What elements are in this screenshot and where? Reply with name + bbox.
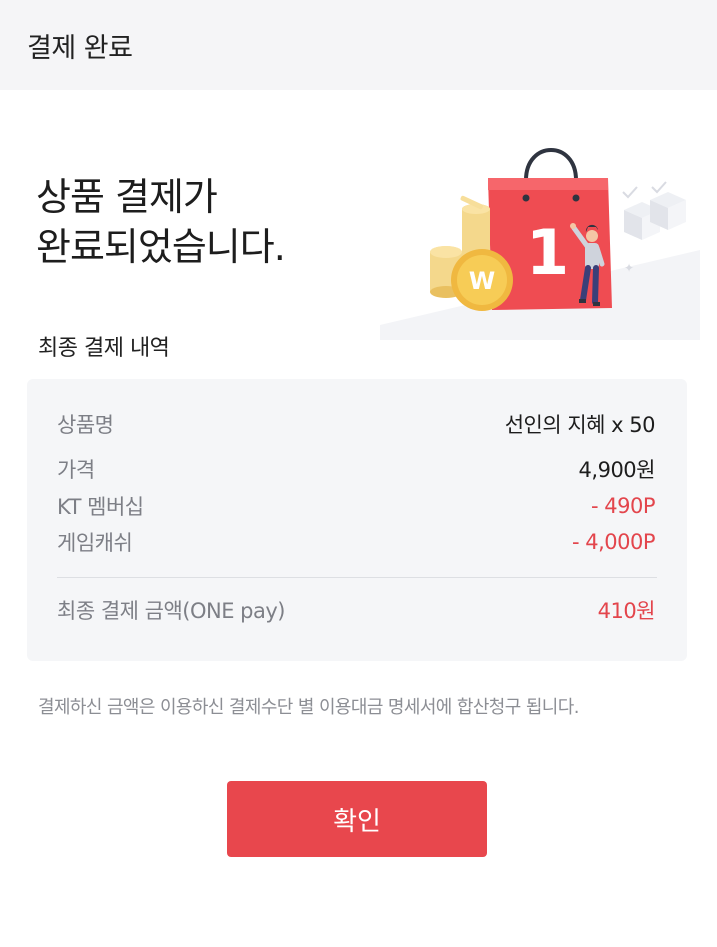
coin-symbol: W <box>469 267 495 295</box>
summary-divider <box>57 577 657 578</box>
total-label: 최종 결제 금액(ONE pay) <box>57 599 285 623</box>
row-value: - 490P <box>591 494 656 518</box>
bag-number: 1 <box>526 216 569 289</box>
row-value: 선인의 지혜 x 50 <box>504 413 656 437</box>
confirm-button[interactable]: 확인 <box>227 781 487 857</box>
page-title: 결제 완료 <box>27 32 133 64</box>
completion-headline: 상품 결제가 완료되었습니다. <box>36 172 286 272</box>
won-coin-icon: W <box>451 249 513 311</box>
check-boxes-icon <box>622 181 667 199</box>
summary-row-kt-membership: KT 멤버십 - 490P <box>57 491 656 521</box>
top-header: 결제 완료 <box>0 0 717 90</box>
total-value: 410원 <box>597 599 656 623</box>
boxes-icon <box>624 192 686 240</box>
row-label: KT 멤버십 <box>57 495 144 519</box>
payment-summary-box: 상품명 선인의 지혜 x 50 가격 4,900원 KT 멤버십 - 490P … <box>27 379 687 661</box>
headline-line-1: 상품 결제가 <box>36 175 218 219</box>
row-value: 4,900원 <box>578 458 656 482</box>
row-value: - 4,000P <box>571 530 656 554</box>
svg-text:✦: ✦ <box>624 261 634 275</box>
summary-row-price: 가격 4,900원 <box>57 454 656 484</box>
summary-row-product: 상품명 선인의 지혜 x 50 <box>57 409 656 439</box>
row-label: 게임캐쉬 <box>57 531 133 555</box>
summary-section-title: 최종 결제 내역 <box>38 336 170 361</box>
row-label: 가격 <box>57 458 95 482</box>
headline-line-2: 완료되었습니다. <box>36 225 286 269</box>
billing-notice: 결제하신 금액은 이용하신 결제수단 별 이용대금 명세서에 합산청구 됩니다. <box>38 697 579 718</box>
row-label: 상품명 <box>57 413 114 437</box>
bag-handle <box>524 148 578 181</box>
shopping-bag-illustration: ✦ 1 W <box>380 140 700 340</box>
summary-row-game-cash: 게임캐쉬 - 4,000P <box>57 527 656 557</box>
summary-row-total: 최종 결제 금액(ONE pay) 410원 <box>57 595 656 625</box>
